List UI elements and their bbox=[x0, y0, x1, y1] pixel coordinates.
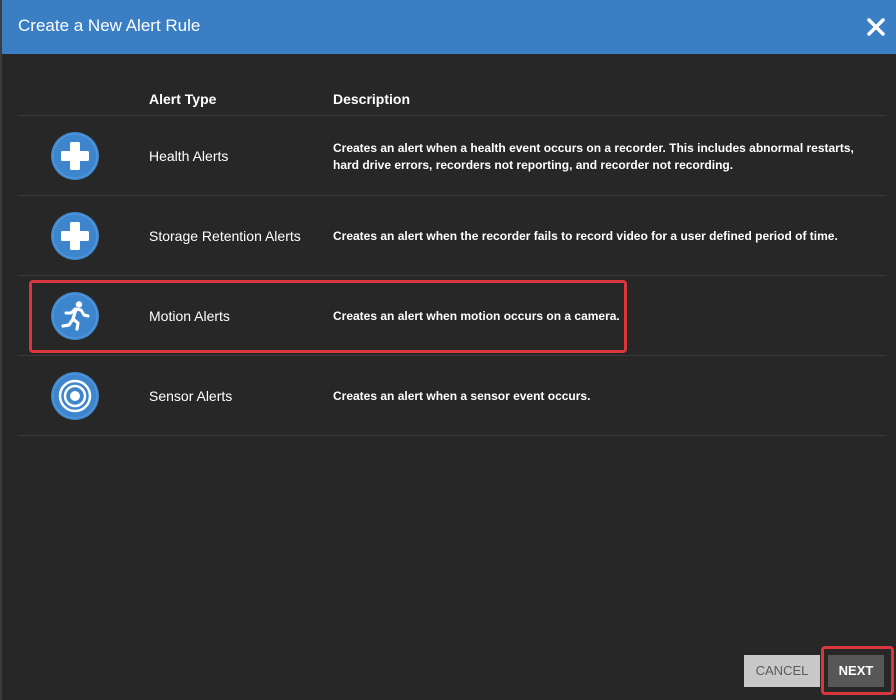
dialog-titlebar: Create a New Alert Rule bbox=[2, 0, 896, 54]
alert-type-name: Storage Retention Alerts bbox=[149, 228, 301, 244]
plus-icon bbox=[51, 212, 99, 260]
alert-type-row-sensor[interactable]: Sensor Alerts Creates an alert when a se… bbox=[18, 356, 886, 436]
alert-type-row-motion[interactable]: Motion Alerts Creates an alert when moti… bbox=[18, 276, 886, 356]
running-person-icon bbox=[51, 292, 99, 340]
create-alert-rule-dialog: Create a New Alert Rule Alert Type Descr… bbox=[0, 0, 896, 700]
alert-type-row-health[interactable]: Health Alerts Creates an alert when a he… bbox=[18, 116, 886, 196]
table-header: Alert Type Description bbox=[18, 86, 886, 116]
alert-type-name: Health Alerts bbox=[149, 148, 229, 164]
column-header-description: Description bbox=[333, 91, 411, 107]
plus-icon bbox=[51, 132, 99, 180]
column-header-alert-type: Alert Type bbox=[149, 91, 217, 107]
alert-type-description: Creates an alert when a sensor event occ… bbox=[333, 389, 591, 403]
concentric-circles-icon bbox=[51, 372, 99, 420]
next-button[interactable]: NEXT bbox=[828, 655, 884, 687]
alert-type-description: Creates an alert when the recorder fails… bbox=[333, 229, 838, 243]
alert-type-description: Creates an alert when a health event occ… bbox=[333, 141, 854, 172]
cancel-button[interactable]: CANCEL bbox=[744, 655, 820, 687]
alert-type-description: Creates an alert when motion occurs on a… bbox=[333, 309, 620, 323]
alert-type-name: Sensor Alerts bbox=[149, 388, 233, 404]
close-icon[interactable] bbox=[864, 15, 888, 39]
alert-type-name: Motion Alerts bbox=[149, 308, 230, 324]
dialog-title: Create a New Alert Rule bbox=[18, 16, 201, 35]
alert-type-row-storage-retention[interactable]: Storage Retention Alerts Creates an aler… bbox=[18, 196, 886, 276]
